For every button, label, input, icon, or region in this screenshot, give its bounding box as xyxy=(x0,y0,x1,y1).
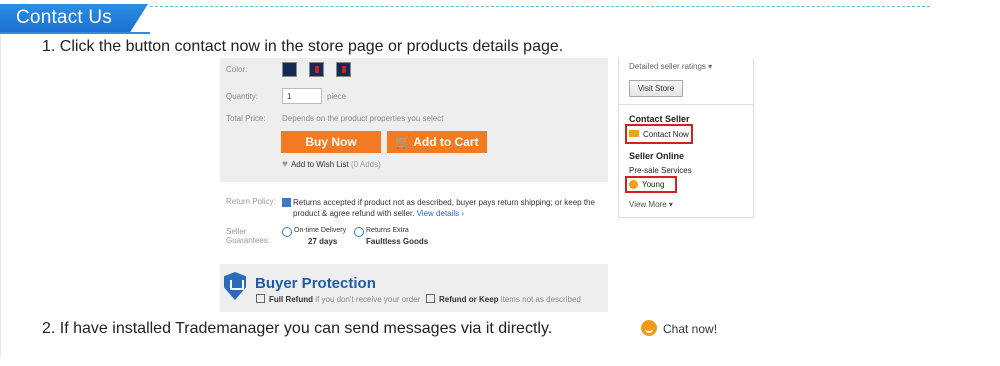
seller-online-heading: Seller Online xyxy=(629,151,685,161)
chat-now-link[interactable]: Chat now! xyxy=(663,322,717,336)
full-refund-text: if you don't receive your order xyxy=(315,295,421,304)
quantity-unit: piece xyxy=(327,92,347,101)
visit-store-button[interactable]: Visit Store xyxy=(629,80,683,97)
buyer-protection-panel: Buyer Protection Full Refund if you don'… xyxy=(220,264,608,312)
refund-or-keep-text: items not as described xyxy=(500,295,581,304)
checkbox-icon xyxy=(256,294,265,303)
color-swatch[interactable] xyxy=(309,62,324,77)
wish-list-count: (0 Adds) xyxy=(350,160,381,169)
left-border xyxy=(0,36,1,356)
checkbox-icon xyxy=(426,294,435,303)
view-details-link[interactable]: View details › xyxy=(417,209,464,218)
seller-sidebar: Detailed seller ratings ▾ Visit Store Co… xyxy=(618,58,754,218)
returns-extra-label: Returns Extra xyxy=(366,227,409,234)
color-swatch[interactable] xyxy=(282,62,297,77)
return-policy-label: Return Policy: xyxy=(226,197,276,206)
refund-or-keep-item: Refund or Keep items not as described xyxy=(426,294,581,304)
full-refund-item: Full Refund if you don't receive your or… xyxy=(256,294,420,304)
seller-guarantees-label-line1: Seller xyxy=(226,227,247,236)
step-2-text: 2. If have installed Trademanager you ca… xyxy=(42,320,553,337)
returns-extra-value: Faultless Goods xyxy=(366,237,429,246)
contact-seller-heading: Contact Seller xyxy=(629,114,690,124)
view-more-link[interactable]: View More ▾ xyxy=(629,200,673,209)
mail-icon xyxy=(629,130,639,137)
cart-icon: 🛒 xyxy=(395,135,411,149)
seller-guarantees-label-line2: Guarantees: xyxy=(226,236,271,245)
color-swatch[interactable] xyxy=(336,62,351,77)
heart-icon: ♥ xyxy=(282,159,288,170)
check-circle-icon xyxy=(354,227,364,237)
on-time-delivery-label: On-time Delivery xyxy=(294,227,347,234)
return-policy-text: Returns accepted if product not as descr… xyxy=(293,197,609,219)
sidebar-divider xyxy=(619,104,753,105)
contact-now-button[interactable]: Contact Now xyxy=(643,130,689,139)
chat-icon[interactable] xyxy=(641,320,657,336)
total-price-label: Total Price: xyxy=(226,114,266,123)
pre-sale-services-label: Pre-sale Services xyxy=(629,166,692,175)
clock-icon xyxy=(282,227,292,237)
step-1-text: 1. Click the button contact now in the s… xyxy=(42,38,564,55)
smiley-icon xyxy=(629,180,638,189)
buy-now-button[interactable]: Buy Now xyxy=(281,131,381,153)
header-underline xyxy=(0,32,150,34)
quantity-input[interactable]: 1 xyxy=(282,88,322,104)
page-title: Contact Us xyxy=(16,7,112,28)
wish-list-label: Add to Wish List xyxy=(290,160,349,169)
add-to-cart-button[interactable]: 🛒 Add to Cart xyxy=(387,131,487,153)
color-label: Color: xyxy=(226,65,248,74)
delivery-days: 27 days xyxy=(308,237,338,246)
refund-or-keep-bold: Refund or Keep xyxy=(439,295,499,304)
quantity-label: Quantity: xyxy=(226,92,259,101)
header-divider xyxy=(150,6,930,7)
buyer-protection-title: Buyer Protection xyxy=(255,275,376,292)
product-panel: Color: Quantity: 1 piece Total Price: De… xyxy=(220,58,608,182)
total-price-value: Depends on the product properties you se… xyxy=(282,114,444,123)
shield-icon xyxy=(224,272,246,300)
add-to-cart-label: Add to Cart xyxy=(413,135,479,149)
wish-list-link[interactable]: ♥ Add to Wish List (0 Adds) xyxy=(282,159,381,170)
section-header: Contact Us xyxy=(0,0,1000,36)
document-icon xyxy=(282,198,291,207)
full-refund-bold: Full Refund xyxy=(269,295,313,304)
agent-name-link[interactable]: Young xyxy=(642,180,664,189)
seller-ratings-link[interactable]: Detailed seller ratings ▾ xyxy=(629,62,712,71)
